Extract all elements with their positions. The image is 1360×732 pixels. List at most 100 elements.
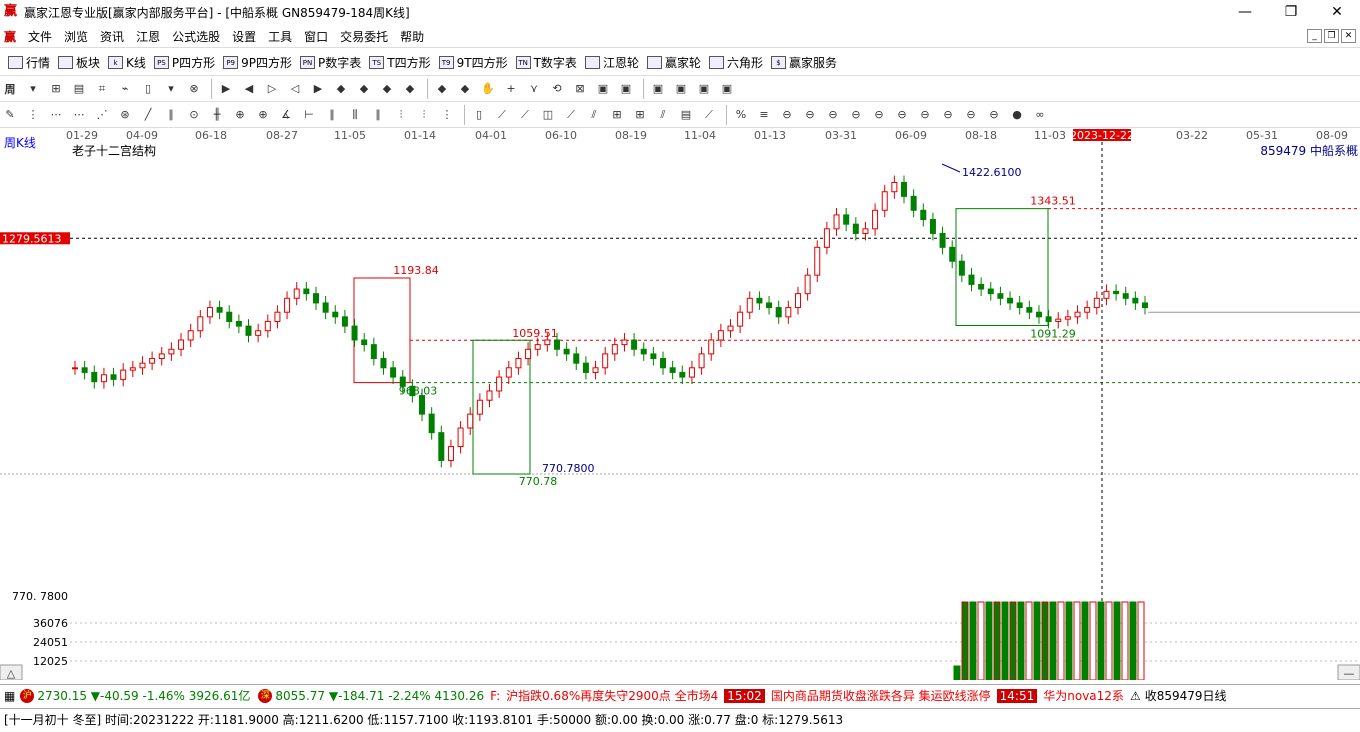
tool-button-7[interactable]: ⊗ bbox=[184, 79, 204, 99]
draw-tool-8[interactable]: ⊙ bbox=[184, 105, 204, 125]
draw-tool-44[interactable]: ∞ bbox=[1030, 105, 1050, 125]
toolbar-item-0[interactable]: 行情 bbox=[8, 54, 50, 71]
tool-button-8[interactable]: ▶ bbox=[216, 79, 236, 99]
tool-button-28[interactable]: ▣ bbox=[694, 79, 714, 99]
stock-code-status[interactable]: 收859479日线 bbox=[1145, 687, 1227, 704]
toolbar-item-7[interactable]: T9 9T四方形 bbox=[438, 54, 508, 71]
draw-tool-21[interactable]: ⟋ bbox=[492, 105, 512, 125]
tool-button-15[interactable]: ◆ bbox=[377, 79, 397, 99]
menu-settings[interactable]: 设置 bbox=[226, 28, 262, 45]
draw-tool-32[interactable]: ≡ bbox=[754, 105, 774, 125]
toolbar-item-9[interactable]: 江恩轮 bbox=[584, 54, 639, 71]
toolbar-item-11[interactable]: 六角形 bbox=[708, 54, 763, 71]
draw-tool-42[interactable]: ⊖ bbox=[984, 105, 1004, 125]
menu-trade[interactable]: 交易委托 bbox=[334, 28, 394, 45]
menu-window[interactable]: 窗口 bbox=[298, 28, 334, 45]
draw-tool-17[interactable]: ⫶ bbox=[391, 105, 411, 125]
tool-button-18[interactable]: ◆ bbox=[455, 79, 475, 99]
tool-button-20[interactable]: + bbox=[501, 79, 521, 99]
period-selector[interactable]: 周 bbox=[0, 79, 20, 99]
menu-file[interactable]: 文件 bbox=[22, 28, 58, 45]
draw-tool-39[interactable]: ⊖ bbox=[915, 105, 935, 125]
draw-tool-35[interactable]: ⊖ bbox=[823, 105, 843, 125]
tool-button-22[interactable]: ⟲ bbox=[547, 79, 567, 99]
tool-button-4[interactable]: ⌁ bbox=[115, 79, 135, 99]
draw-tool-7[interactable]: ∥ bbox=[161, 105, 181, 125]
tool-button-14[interactable]: ◆ bbox=[354, 79, 374, 99]
sz-index-value[interactable]: 8055.77 ▼-184.71 -2.24% 4130.26 bbox=[275, 689, 484, 703]
toolbar-item-4[interactable]: P9 9P四方形 bbox=[223, 54, 292, 71]
tool-button-9[interactable]: ◀ bbox=[239, 79, 259, 99]
toolbar-item-12[interactable]: $ 赢家服务 bbox=[770, 54, 837, 71]
draw-tool-12[interactable]: ∡ bbox=[276, 105, 296, 125]
draw-tool-4[interactable]: ⋰ bbox=[92, 105, 112, 125]
menu-browse[interactable]: 浏览 bbox=[58, 28, 94, 45]
toolbar-item-2[interactable]: k K线 bbox=[108, 54, 146, 71]
tool-button-1[interactable]: ⊞ bbox=[46, 79, 66, 99]
draw-tool-15[interactable]: ⫼ bbox=[345, 105, 365, 125]
triangle-icon[interactable]: ⚠ bbox=[1130, 689, 1141, 703]
toolbar-item-5[interactable]: PN P数字表 bbox=[300, 54, 361, 71]
draw-tool-25[interactable]: ⫽ bbox=[584, 105, 604, 125]
draw-tool-41[interactable]: ⊖ bbox=[961, 105, 981, 125]
draw-tool-3[interactable]: ⋯ bbox=[69, 105, 89, 125]
draw-tool-10[interactable]: ⊕ bbox=[230, 105, 250, 125]
tool-button-25[interactable]: ▣ bbox=[616, 79, 636, 99]
menu-formula[interactable]: 公式选股 bbox=[166, 28, 226, 45]
tool-button-5[interactable]: ▯ bbox=[138, 79, 158, 99]
toolbar-item-8[interactable]: TN T数字表 bbox=[515, 54, 577, 71]
draw-tool-36[interactable]: ⊖ bbox=[846, 105, 866, 125]
mdi-restore-icon[interactable]: ❐ bbox=[1324, 29, 1339, 43]
tool-button-26[interactable]: ▣ bbox=[648, 79, 668, 99]
draw-tool-38[interactable]: ⊖ bbox=[892, 105, 912, 125]
toolbar-item-6[interactable]: TS T四方形 bbox=[369, 54, 431, 71]
tool-button-23[interactable]: ⊠ bbox=[570, 79, 590, 99]
news-item-2[interactable]: 国内商品期货收盘涨跌各异 集运欧线涨停 bbox=[771, 687, 991, 704]
draw-tool-34[interactable]: ⊖ bbox=[800, 105, 820, 125]
toolbar-item-10[interactable]: 赢家轮 bbox=[646, 54, 701, 71]
tool-button-29[interactable]: ▣ bbox=[717, 79, 737, 99]
draw-tool-28[interactable]: ⫽ bbox=[653, 105, 673, 125]
draw-tool-40[interactable]: ⊖ bbox=[938, 105, 958, 125]
draw-tool-13[interactable]: ⊢ bbox=[299, 105, 319, 125]
draw-tool-18[interactable]: ⫶ bbox=[414, 105, 434, 125]
draw-tool-1[interactable]: ⋮ bbox=[23, 105, 43, 125]
mdi-minimize-icon[interactable]: _ bbox=[1307, 29, 1322, 43]
menu-gann[interactable]: 江恩 bbox=[130, 28, 166, 45]
kline-chart-svg[interactable]: 01-29 04-09 06-18 08-27 11-05 01-14 04-01 06-10… bbox=[0, 128, 1360, 681]
draw-tool-27[interactable]: ⊞ bbox=[630, 105, 650, 125]
draw-tool-31[interactable]: % bbox=[731, 105, 751, 125]
tool-button-21[interactable]: ⋎ bbox=[524, 79, 544, 99]
draw-tool-37[interactable]: ⊖ bbox=[869, 105, 889, 125]
draw-tool-19[interactable]: ⋮ bbox=[437, 105, 457, 125]
draw-tool-5[interactable]: ⊛ bbox=[115, 105, 135, 125]
tool-button-6[interactable]: ▾ bbox=[161, 79, 181, 99]
draw-tool-26[interactable]: ⊞ bbox=[607, 105, 627, 125]
close-icon[interactable]: ✕ bbox=[1314, 0, 1360, 24]
tool-button-11[interactable]: ◁ bbox=[285, 79, 305, 99]
tool-button-17[interactable]: ◆ bbox=[432, 79, 452, 99]
kline-chart[interactable]: 01-29 04-09 06-18 08-27 11-05 01-14 04-01 06-10… bbox=[0, 128, 1360, 681]
tool-button-0[interactable]: ▾ bbox=[23, 79, 43, 99]
draw-tool-30[interactable]: ⟋ bbox=[699, 105, 719, 125]
draw-tool-43[interactable]: ● bbox=[1007, 105, 1027, 125]
tool-button-19[interactable]: ✋ bbox=[478, 79, 498, 99]
tool-button-13[interactable]: ◆ bbox=[331, 79, 351, 99]
tool-button-10[interactable]: ▷ bbox=[262, 79, 282, 99]
draw-tool-24[interactable]: ⟋ bbox=[561, 105, 581, 125]
draw-tool-2[interactable]: ⋯ bbox=[46, 105, 66, 125]
tool-button-16[interactable]: ◆ bbox=[400, 79, 420, 99]
toolbar-item-3[interactable]: PS P四方形 bbox=[153, 54, 215, 71]
tool-button-24[interactable]: ▣ bbox=[593, 79, 613, 99]
minimize-icon[interactable]: — bbox=[1222, 0, 1268, 24]
draw-tool-6[interactable]: ╱ bbox=[138, 105, 158, 125]
mdi-close-icon[interactable]: ✕ bbox=[1341, 29, 1356, 43]
menu-info[interactable]: 资讯 bbox=[94, 28, 130, 45]
draw-tool-16[interactable]: ∥ bbox=[368, 105, 388, 125]
draw-tool-29[interactable]: ▤ bbox=[676, 105, 696, 125]
draw-tool-20[interactable]: ▯ bbox=[469, 105, 489, 125]
menu-tools[interactable]: 工具 bbox=[262, 28, 298, 45]
tool-button-2[interactable]: ▤ bbox=[69, 79, 89, 99]
news-item-1[interactable]: 沪指跌0.68%再度失守2900点 全市场4 bbox=[506, 687, 718, 704]
toolbar-item-1[interactable]: 板块 bbox=[58, 54, 100, 71]
